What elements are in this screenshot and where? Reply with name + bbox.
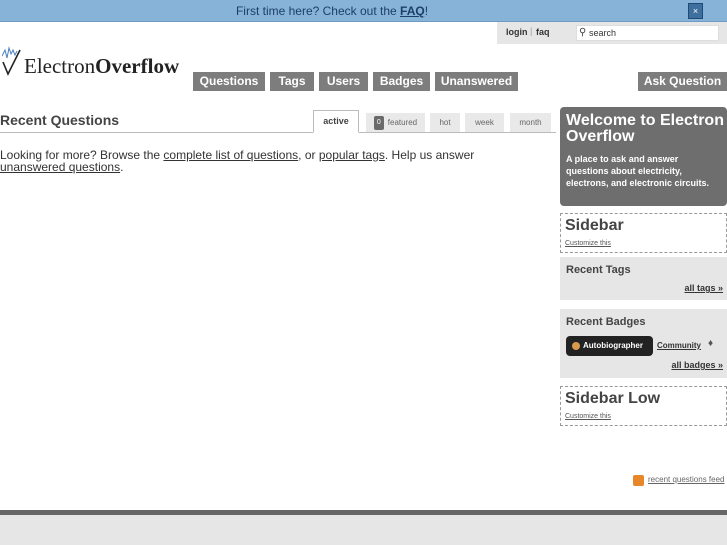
- notify-suffix: !: [424, 4, 429, 18]
- welcome-box: Welcome to Electron Overflow A place to …: [560, 107, 727, 206]
- nav-questions[interactable]: Questions: [193, 72, 265, 91]
- header-divider: [0, 132, 556, 133]
- tab-active[interactable]: active: [313, 110, 359, 133]
- search-box: ⚲: [576, 25, 719, 41]
- welcome-description: A place to ask and answer questions abou…: [566, 154, 710, 188]
- customize-sidebar-low-link[interactable]: Customize this: [565, 413, 611, 420]
- sidebar-title: Sidebar: [565, 217, 624, 234]
- more-text-3: . Help us answer: [384, 148, 475, 162]
- faq-notify-link[interactable]: FAQ: [400, 4, 425, 18]
- nav-badges[interactable]: Badges: [373, 72, 430, 91]
- all-questions-link[interactable]: complete list of questions: [163, 148, 298, 162]
- page-title: Recent Questions: [0, 112, 120, 128]
- close-notify-button[interactable]: ×: [688, 3, 703, 19]
- notify-bar: First time here? Check out the FAQ! ×: [0, 0, 727, 22]
- logo-text-electron: Electron: [24, 54, 96, 78]
- recent-tags-title: Recent Tags: [566, 264, 631, 276]
- all-badges-link[interactable]: all badges »: [671, 360, 723, 370]
- featured-count-badge: 0: [373, 115, 384, 130]
- tab-week[interactable]: week: [465, 113, 504, 132]
- welcome-title: Welcome to Electron Overflow: [566, 112, 724, 145]
- moderator-diamond-icon: ♦: [708, 338, 714, 349]
- sidebar-low-box: Sidebar Low Customize this: [560, 386, 727, 426]
- popular-tags-link[interactable]: popular tags: [319, 148, 385, 162]
- sidebar-box: Sidebar Customize this: [560, 213, 727, 253]
- unanswered-questions-link[interactable]: unanswered questions: [0, 160, 120, 174]
- recent-badges-title: Recent Badges: [566, 316, 646, 328]
- browse-more-text: Looking for more? Browse the complete li…: [0, 149, 520, 173]
- userbar-separator: |: [530, 26, 533, 36]
- logo-text: ElectronOverflow: [24, 54, 179, 79]
- faq-link[interactable]: faq: [536, 27, 550, 37]
- login-link[interactable]: login: [506, 27, 528, 37]
- tab-hot[interactable]: hot: [430, 113, 460, 132]
- search-input[interactable]: [589, 26, 717, 40]
- tab-featured[interactable]: 0 featured: [366, 113, 425, 132]
- notify-text: First time here? Check out the: [235, 4, 401, 18]
- bronze-badge-icon: [572, 342, 580, 350]
- sidebar-low-title: Sidebar Low: [565, 390, 661, 407]
- recent-questions-feed-link[interactable]: recent questions feed: [648, 475, 725, 484]
- search-icon: ⚲: [579, 27, 587, 38]
- rss-icon: [633, 475, 644, 486]
- close-icon: ×: [692, 6, 699, 16]
- tab-month[interactable]: month: [510, 113, 551, 132]
- footer: [0, 515, 727, 545]
- all-tags-link[interactable]: all tags »: [684, 283, 723, 293]
- more-text-2: , or: [298, 148, 319, 162]
- nav-unanswered[interactable]: Unanswered: [435, 72, 518, 91]
- notify-message: First time here? Check out the FAQ!: [0, 4, 664, 18]
- ask-question-button[interactable]: Ask Question: [638, 72, 727, 91]
- nav-tags[interactable]: Tags: [270, 72, 314, 91]
- nav-users[interactable]: Users: [319, 72, 368, 91]
- more-text-4: .: [120, 160, 124, 174]
- tab-featured-label: featured: [387, 118, 418, 127]
- badge-name: Autobiographer: [583, 341, 643, 350]
- badge-autobiographer[interactable]: Autobiographer: [566, 336, 653, 356]
- logo-waveform-icon: [2, 46, 21, 76]
- logo-text-overflow: Overflow: [95, 54, 180, 78]
- recent-tags-box: Recent Tags all tags »: [560, 257, 727, 300]
- community-user-link[interactable]: Community: [657, 341, 701, 350]
- customize-sidebar-link[interactable]: Customize this: [565, 240, 611, 247]
